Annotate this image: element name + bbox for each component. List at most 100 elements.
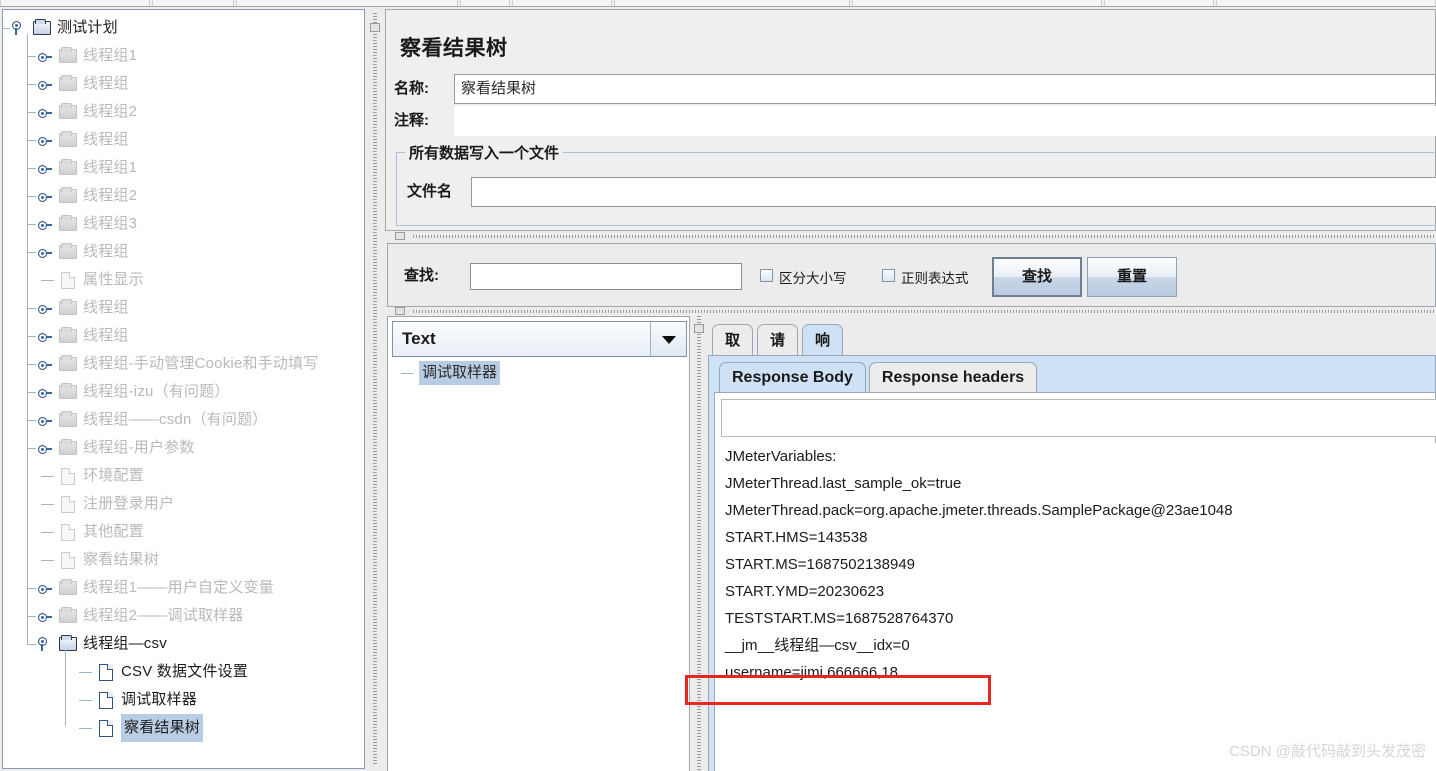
toolbar-cell[interactable] xyxy=(1216,0,1436,6)
tree-node[interactable]: 线程组2 xyxy=(3,182,364,210)
tree-node-label: 注册登录用户 xyxy=(83,495,175,512)
tree-node[interactable]: 线程组1 xyxy=(3,42,364,70)
tree-node-label: 察看结果树 xyxy=(83,551,160,568)
splitter-grip[interactable] xyxy=(395,307,405,315)
find-button[interactable]: 查找 xyxy=(992,257,1082,297)
tree-node[interactable]: 线程组 xyxy=(3,70,364,98)
tree-node[interactable]: 线程组1 xyxy=(3,154,364,182)
group-legend: 所有数据写入一个文件 xyxy=(405,142,564,163)
splitter-grip[interactable] xyxy=(370,23,380,32)
tree-expand-handle-icon[interactable] xyxy=(37,328,53,344)
checkbox-box[interactable] xyxy=(760,269,773,282)
toolbar-cell[interactable] xyxy=(1104,0,1214,6)
tree-connector xyxy=(41,532,54,533)
tree-expand-handle-icon[interactable] xyxy=(37,104,53,120)
reset-button[interactable]: 重置 xyxy=(1087,257,1177,297)
find-input[interactable] xyxy=(470,263,742,290)
tree-node[interactable]: 线程组-用户参数 xyxy=(3,434,364,462)
tree-expand-handle-icon[interactable] xyxy=(37,412,53,428)
result-tab[interactable]: 请求 xyxy=(757,324,799,380)
tree-node-label: 线程组2 xyxy=(83,103,138,120)
tree-node[interactable]: 线程组2——调试取样器 xyxy=(3,602,364,630)
sample-list[interactable]: 调试取样器 xyxy=(389,361,688,771)
tree-node[interactable]: 线程组 xyxy=(3,238,364,266)
result-tab[interactable]: 响应数据 xyxy=(802,324,844,442)
tree-collapse-handle-icon[interactable] xyxy=(37,636,53,652)
filename-input[interactable] xyxy=(471,177,1436,207)
tree-node[interactable]: 环境配置 xyxy=(3,462,364,490)
sample-result-tree[interactable]: Text 调试取样器 xyxy=(387,316,690,771)
tree-expand-handle-icon[interactable] xyxy=(37,188,53,204)
tree-expand-handle-icon[interactable] xyxy=(37,580,53,596)
tree-node[interactable]: 其他配置 xyxy=(3,518,364,546)
tree-expand-handle-icon[interactable] xyxy=(37,608,53,624)
toolbar-cell[interactable] xyxy=(0,0,150,6)
tree-node[interactable]: 线程组-izu（有问题） xyxy=(3,378,364,406)
toolbar-cell[interactable] xyxy=(460,0,510,6)
tree-trunk-line xyxy=(27,34,28,644)
splitter-grip[interactable] xyxy=(395,232,405,240)
response-body-text[interactable]: JMeterVariables: JMeterThread.last_sample… xyxy=(721,443,1436,771)
tree-node[interactable]: CSV 数据文件设置 xyxy=(3,658,364,686)
name-input[interactable]: 察看结果树 xyxy=(454,74,1436,104)
tree-node[interactable]: 察看结果树 xyxy=(3,714,364,742)
checkbox-box[interactable] xyxy=(882,269,895,282)
tree-expand-handle-icon[interactable] xyxy=(37,160,53,176)
filename-field-row: 文件名 xyxy=(407,177,1436,207)
toolbar-cell[interactable] xyxy=(152,0,234,6)
chevron-down-icon[interactable] xyxy=(650,322,686,356)
response-subtab[interactable]: Response Body xyxy=(719,362,866,392)
properties-splitter[interactable] xyxy=(385,232,1436,241)
tree-connector xyxy=(27,56,36,57)
tree-expand-handle-icon[interactable] xyxy=(37,244,53,260)
response-body-line: START.HMS=143538 xyxy=(725,529,868,546)
tree-node[interactable]: 调试取样器 xyxy=(3,686,364,714)
tree-node[interactable]: 线程组 xyxy=(3,322,364,350)
test-plan-tree[interactable]: 测试计划 线程组1 线程组 线程组2 线程组 线程组1 线程组2 线程组3 线程组 属性显示 线程组… xyxy=(2,9,365,769)
splitter-grip[interactable] xyxy=(694,324,704,333)
tree-node[interactable]: 线程组 xyxy=(3,126,364,154)
tree-expand-handle-icon[interactable] xyxy=(37,300,53,316)
search-splitter[interactable] xyxy=(385,307,1436,316)
tree-expand-handle-icon[interactable] xyxy=(37,216,53,232)
toolbar-cell[interactable] xyxy=(236,0,458,6)
toolbar-cell[interactable] xyxy=(852,0,1102,6)
tree-expand-handle-icon[interactable] xyxy=(37,356,53,372)
tree-node[interactable]: 线程组3 xyxy=(3,210,364,238)
toolbar-cell[interactable] xyxy=(512,0,612,6)
tree-expand-handle-icon[interactable] xyxy=(37,48,53,64)
tree-node[interactable]: 线程组——csdn（有问题） xyxy=(3,406,364,434)
response-search-input[interactable] xyxy=(721,399,1436,437)
icon-shape xyxy=(59,411,77,427)
response-subtab[interactable]: Response headers xyxy=(868,362,1038,392)
tree-node[interactable]: 察看结果树 xyxy=(3,546,364,574)
renderer-select[interactable]: Text xyxy=(392,321,687,357)
tree-expand-handle-icon[interactable] xyxy=(37,440,53,456)
document-icon xyxy=(97,691,116,709)
tree-connector xyxy=(79,728,92,729)
icon-shape xyxy=(59,355,77,371)
tree-node[interactable]: 线程组 xyxy=(3,294,364,322)
tree-expand-handle-icon[interactable] xyxy=(37,132,53,148)
tree-connector xyxy=(41,476,54,477)
tree-node[interactable]: 线程组-手动管理Cookie和手动填写 xyxy=(3,350,364,378)
tree-expand-handle-icon[interactable] xyxy=(37,384,53,400)
comment-input[interactable] xyxy=(454,106,1436,136)
result-tab[interactable]: 取样器结果 xyxy=(712,324,754,473)
response-body-line: START.MS=1687502138949 xyxy=(725,556,915,573)
folder-open-icon xyxy=(33,19,52,35)
sample-list-item[interactable]: 调试取样器 xyxy=(389,361,688,385)
main-splitter[interactable] xyxy=(367,9,383,769)
tree-expand-handle-icon[interactable] xyxy=(37,76,53,92)
folder-icon xyxy=(59,187,78,203)
toolbar-cell[interactable] xyxy=(614,0,850,6)
tree-node[interactable]: 线程组—csv xyxy=(3,630,364,658)
tree-node[interactable]: 注册登录用户 xyxy=(3,490,364,518)
tree-collapse-handle-icon[interactable] xyxy=(11,20,27,36)
tree-node[interactable]: 属性显示 xyxy=(3,266,364,294)
tree-node[interactable]: 线程组2 xyxy=(3,98,364,126)
tree-node[interactable]: 测试计划 xyxy=(3,14,364,42)
tree-node-label: 测试计划 xyxy=(57,19,118,36)
tree-node[interactable]: 线程组1——用户自定义变量 xyxy=(3,574,364,602)
folder-icon xyxy=(59,47,78,63)
